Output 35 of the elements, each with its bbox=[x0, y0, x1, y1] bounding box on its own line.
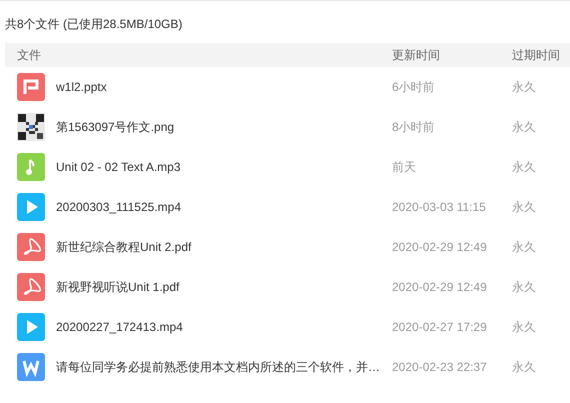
pdf-file-icon bbox=[17, 273, 45, 301]
file-name[interactable]: 请每位同学务必提前熟悉使用本文档内所述的三个软件，并… bbox=[56, 358, 380, 376]
play-icon bbox=[17, 313, 45, 341]
pdf-file-icon bbox=[17, 233, 45, 261]
expiry-time: 永久 bbox=[512, 79, 536, 96]
file-name[interactable]: 20200303_111525.mp4 bbox=[56, 198, 182, 216]
presentation-file-icon bbox=[17, 73, 45, 101]
expiry-time: 永久 bbox=[512, 239, 536, 256]
expiry-time: 永久 bbox=[512, 319, 536, 336]
column-header: 更新时间 bbox=[392, 47, 441, 64]
file-name[interactable]: 第1563097号作文.png bbox=[56, 118, 174, 136]
music-note-icon bbox=[17, 153, 45, 181]
column-header: 文件 bbox=[16, 47, 42, 64]
column-header: 过期时间 bbox=[512, 47, 560, 64]
file-name[interactable]: w1l2.pptx bbox=[56, 78, 107, 96]
file-name[interactable]: 新世纪综合教程Unit 2.pdf bbox=[56, 238, 192, 256]
file-name[interactable]: 20200227_172413.mp4 bbox=[56, 318, 183, 336]
updated-time: 2020-02-29 12:49 bbox=[392, 239, 488, 256]
updated-time: 2020-03-03 11:15 bbox=[392, 199, 487, 216]
updated-time: 2020-02-23 22:37 bbox=[392, 359, 488, 376]
expiry-time: 永久 bbox=[512, 199, 536, 216]
file-name[interactable]: 新视野视听说Unit 1.pdf bbox=[56, 278, 180, 296]
expiry-time: 永久 bbox=[512, 359, 536, 376]
expiry-time: 永久 bbox=[512, 119, 536, 136]
play-icon bbox=[17, 193, 45, 221]
updated-time: 6小时前 bbox=[392, 79, 436, 96]
file-count-summary: 共8个文件 (已使用28.5MB/10GB) bbox=[4, 16, 184, 33]
file-name[interactable]: Unit 02 - 02 Text A.mp3 bbox=[56, 158, 181, 176]
updated-time: 2020-02-27 17:29 bbox=[392, 319, 488, 336]
document-file-icon bbox=[17, 353, 45, 381]
expiry-time: 永久 bbox=[512, 159, 536, 176]
expiry-time: 永久 bbox=[512, 279, 536, 296]
updated-time: 前天 bbox=[392, 159, 417, 176]
updated-time: 8小时前 bbox=[392, 119, 436, 136]
updated-time: 2020-02-29 12:49 bbox=[392, 279, 488, 296]
